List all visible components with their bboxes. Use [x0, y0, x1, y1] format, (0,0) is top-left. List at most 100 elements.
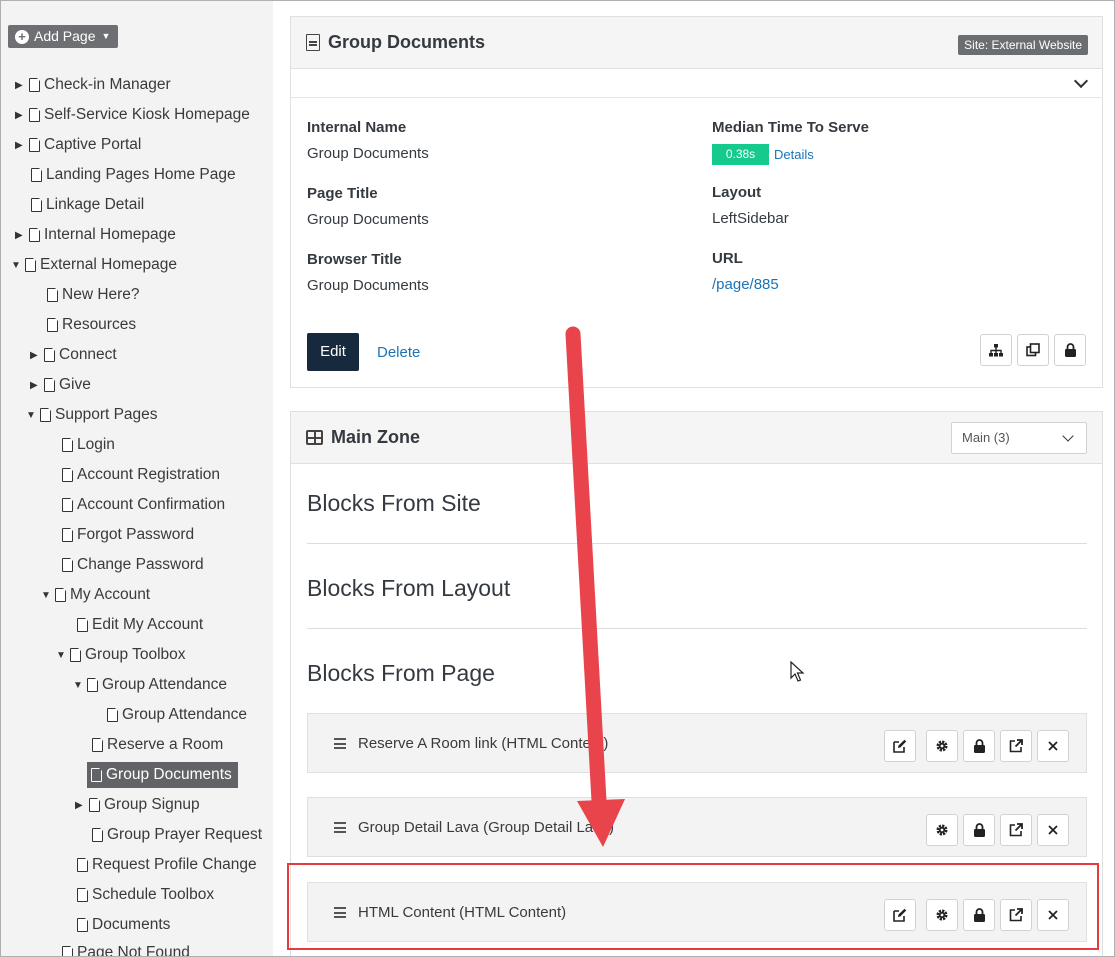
sitemap-button[interactable]: [980, 334, 1012, 366]
tree-item-label: Group Attendance: [102, 676, 227, 693]
caret-right-icon[interactable]: ▶: [15, 110, 29, 121]
block-settings-button[interactable]: [926, 730, 958, 762]
tree-item[interactable]: ▼ Group Toolbox: [56, 643, 186, 667]
tree-item[interactable]: Resources: [47, 313, 136, 337]
tree-item-label: My Account: [70, 586, 151, 603]
tree-item-label: Captive Portal: [44, 136, 142, 153]
tree-item[interactable]: Account Registration: [62, 463, 220, 487]
caret-down-icon[interactable]: ▼: [41, 590, 55, 601]
add-page-button[interactable]: + Add Page ▼: [8, 25, 119, 48]
tree-item[interactable]: ▶ Internal Homepage: [15, 223, 176, 247]
close-icon: [1048, 741, 1058, 751]
delete-button[interactable]: Delete: [377, 344, 420, 361]
tree-item[interactable]: Edit My Account: [77, 613, 203, 637]
tree-item[interactable]: Forgot Password: [62, 523, 194, 547]
caret-right-icon[interactable]: ▶: [15, 230, 29, 241]
tree-item[interactable]: New Here?: [47, 283, 140, 307]
page-icon: [77, 887, 89, 902]
page-icon: [62, 437, 74, 452]
tree-item-label: Give: [59, 376, 91, 393]
caret-right-icon[interactable]: ▶: [15, 80, 29, 91]
page-icon: [47, 317, 59, 332]
tree-item[interactable]: Change Password: [62, 553, 204, 577]
tree-item[interactable]: ▶ Connect: [30, 343, 117, 367]
external-link-icon: [1009, 908, 1023, 922]
tree-item[interactable]: ▼ External Homepage: [11, 253, 177, 277]
tree-item[interactable]: ▶ Give: [30, 373, 91, 397]
main-zone-panel: Main Zone Main (3) Blocks From Site Bloc…: [290, 411, 1103, 956]
tree-item[interactable]: Linkage Detail: [31, 193, 144, 217]
move-block-button[interactable]: [1000, 814, 1032, 846]
drag-handle-icon[interactable]: [334, 907, 346, 921]
block-row[interactable]: Reserve A Room link (HTML Content): [307, 713, 1087, 773]
page-icon: [92, 827, 104, 842]
page-icon: [62, 557, 74, 572]
page-security-button[interactable]: [1054, 334, 1086, 366]
page-icon: [29, 77, 41, 92]
block-settings-button[interactable]: [926, 899, 958, 931]
page-icon: [62, 527, 74, 542]
block-security-button[interactable]: [963, 814, 995, 846]
tree-item[interactable]: Login: [62, 433, 115, 457]
url-label: URL: [712, 250, 743, 267]
caret-down-icon[interactable]: ▼: [11, 260, 25, 271]
tree-item[interactable]: ▼ My Account: [41, 583, 150, 607]
tree-item[interactable]: Group Attendance: [107, 703, 247, 727]
zone-select[interactable]: Main (3): [951, 422, 1087, 454]
block-row[interactable]: Group Detail Lava (Group Detail Lava): [307, 797, 1087, 857]
tree-item[interactable]: ▶ Self-Service Kiosk Homepage: [15, 103, 250, 127]
move-block-button[interactable]: [1000, 899, 1032, 931]
page-title-heading: Group Documents: [328, 32, 486, 52]
page-icon: [77, 617, 89, 632]
tree-item[interactable]: Group Documents: [87, 762, 238, 788]
tree-item[interactable]: ▼ Group Attendance: [73, 673, 227, 697]
details-link[interactable]: Details: [774, 147, 814, 162]
tree-item[interactable]: ▶ Group Signup: [75, 793, 200, 817]
caret-down-icon[interactable]: ▼: [56, 650, 70, 661]
tree-item[interactable]: ▶ Check-in Manager: [15, 73, 171, 97]
tree-item[interactable]: Page Not Found: [62, 941, 190, 957]
caret-right-icon[interactable]: ▶: [30, 380, 44, 391]
tree-item[interactable]: Schedule Toolbox: [77, 883, 214, 907]
tree-item-label: Schedule Toolbox: [92, 886, 215, 903]
caret-right-icon[interactable]: ▶: [15, 140, 29, 151]
tree-item[interactable]: Landing Pages Home Page: [31, 163, 236, 187]
chevron-down-icon[interactable]: [1073, 73, 1089, 89]
tree-item-label: Request Profile Change: [92, 856, 257, 873]
tree-item[interactable]: Documents: [77, 913, 170, 937]
url-link[interactable]: /page/885: [712, 276, 779, 293]
delete-block-button[interactable]: [1037, 730, 1069, 762]
internal-name-label: Internal Name: [307, 119, 407, 136]
tree-item[interactable]: Reserve a Room: [92, 733, 223, 757]
page-icon: [29, 137, 41, 152]
edit-content-button[interactable]: [884, 899, 916, 931]
tree-item[interactable]: ▶ Captive Portal: [15, 133, 141, 157]
collapse-toggle-row[interactable]: [291, 69, 1102, 98]
copy-icon: [1026, 343, 1040, 357]
block-row[interactable]: HTML Content (HTML Content): [307, 882, 1087, 942]
file-text-icon: [306, 34, 320, 51]
caret-down-icon[interactable]: ▼: [73, 680, 87, 691]
tree-item[interactable]: ▼ Support Pages: [26, 403, 158, 427]
edit-content-button[interactable]: [884, 730, 916, 762]
drag-handle-icon[interactable]: [334, 738, 346, 752]
block-security-button[interactable]: [963, 899, 995, 931]
caret-right-icon[interactable]: ▶: [75, 800, 89, 811]
tree-item-label: Documents: [92, 916, 171, 933]
block-settings-button[interactable]: [926, 814, 958, 846]
layout-value: LeftSidebar: [712, 210, 789, 227]
copy-page-button[interactable]: [1017, 334, 1049, 366]
tree-item-label: Support Pages: [55, 406, 158, 423]
edit-button[interactable]: Edit: [307, 333, 359, 371]
caret-right-icon[interactable]: ▶: [30, 350, 44, 361]
tree-item[interactable]: Request Profile Change: [77, 853, 257, 877]
tree-item-label: Page Not Found: [77, 944, 190, 957]
tree-item[interactable]: Group Prayer Request: [92, 823, 262, 847]
delete-block-button[interactable]: [1037, 899, 1069, 931]
drag-handle-icon[interactable]: [334, 822, 346, 836]
tree-item[interactable]: Account Confirmation: [62, 493, 225, 517]
move-block-button[interactable]: [1000, 730, 1032, 762]
block-security-button[interactable]: [963, 730, 995, 762]
caret-down-icon[interactable]: ▼: [26, 410, 40, 421]
delete-block-button[interactable]: [1037, 814, 1069, 846]
